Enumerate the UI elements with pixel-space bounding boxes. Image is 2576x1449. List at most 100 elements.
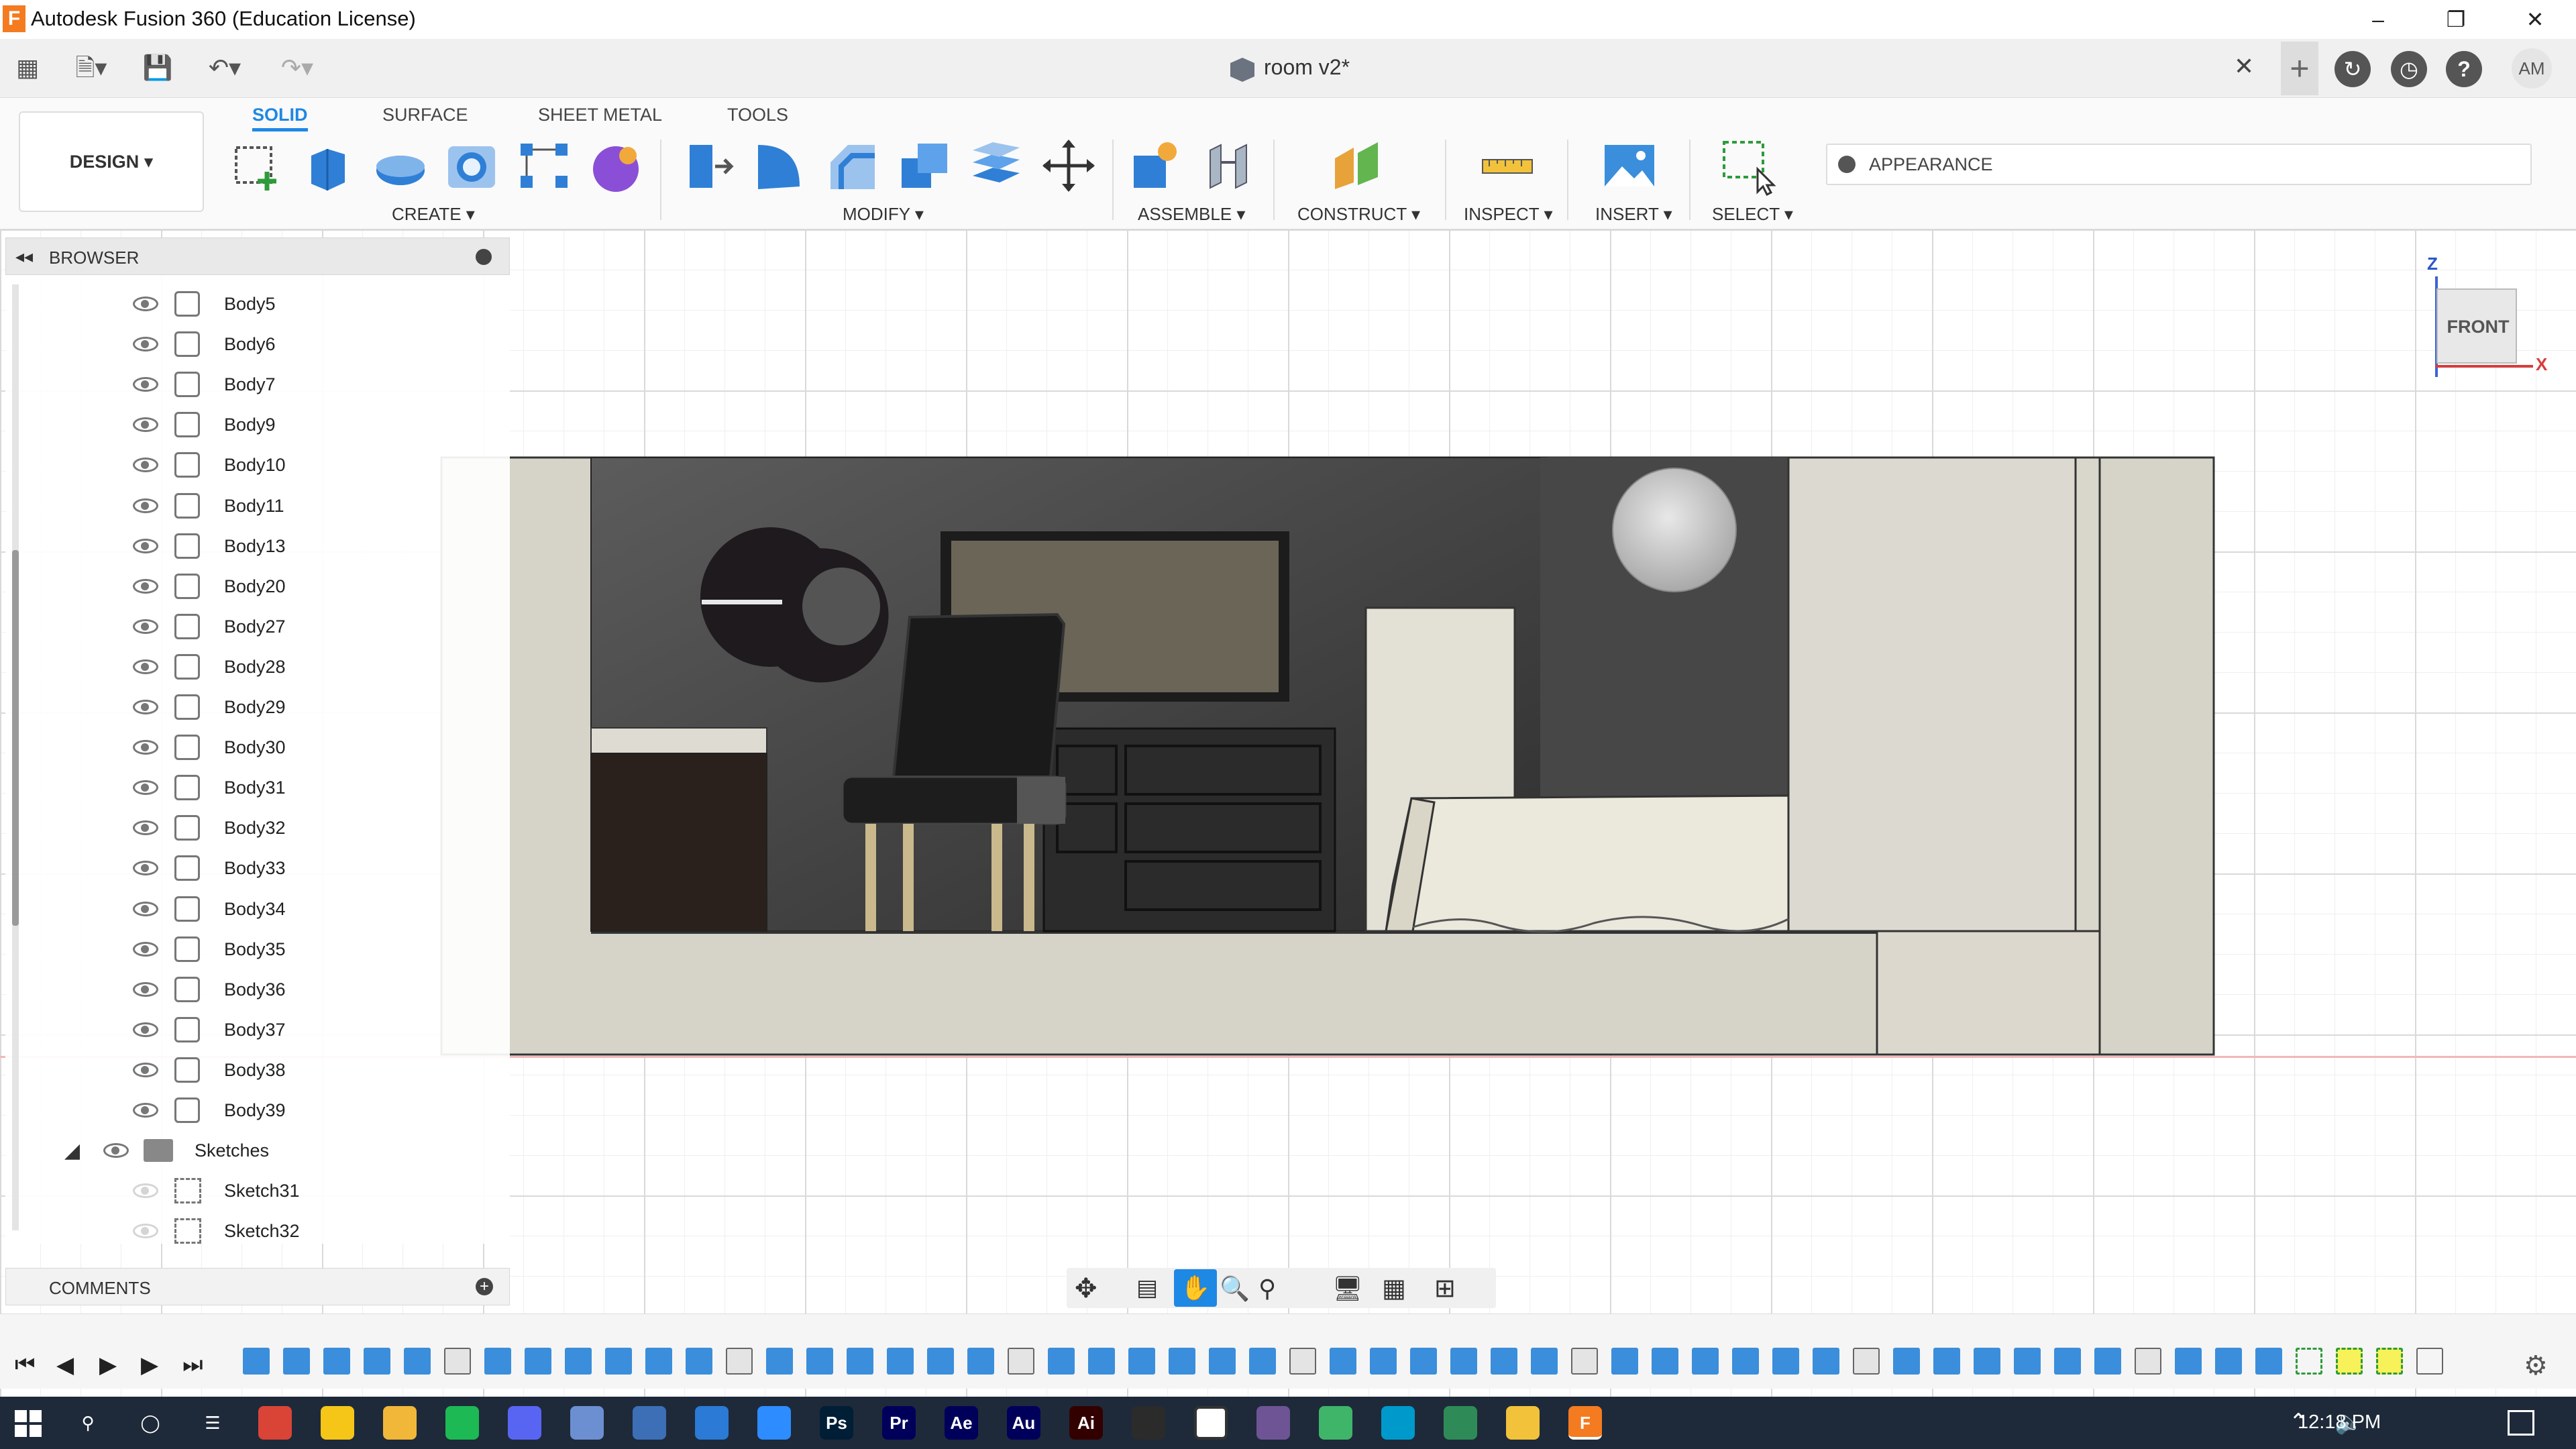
browser-body-row[interactable]: Body35 [5, 932, 502, 966]
document-tab[interactable]: room v2* ✕ [1140, 42, 2281, 95]
browser-body-row[interactable]: Body20 [5, 570, 502, 603]
audition-icon[interactable]: Au [1007, 1406, 1040, 1440]
close-icon[interactable]: ✕ [2234, 52, 2254, 80]
visibility-eye-icon[interactable] [133, 1022, 158, 1037]
zoom-icon[interactable] [757, 1406, 791, 1440]
tab-surface[interactable]: SURFACE [382, 98, 468, 131]
timeline-feature-icon[interactable] [1008, 1348, 1034, 1375]
timeline-feature-icon[interactable] [1209, 1348, 1236, 1375]
app-icon[interactable] [570, 1406, 604, 1440]
close-window-button[interactable]: ✕ [2498, 0, 2572, 39]
timeline-feature-icon[interactable] [525, 1348, 551, 1375]
illustrator-icon[interactable]: Ai [1069, 1406, 1103, 1440]
visibility-eye-icon[interactable] [133, 417, 158, 433]
browser-folder-sketches[interactable]: ◢ Sketches [5, 1134, 502, 1167]
timeline-feature-icon[interactable] [1853, 1348, 1880, 1375]
timeline-sketch-icon[interactable] [2376, 1348, 2403, 1375]
timeline-feature-icon[interactable] [2094, 1348, 2121, 1375]
zoom-window-icon[interactable]: ⚲ [1258, 1275, 1276, 1303]
plus-icon[interactable]: + [2281, 42, 2318, 95]
expand-triangle-icon[interactable]: ◢ [64, 1139, 80, 1163]
timeline-feature-icon[interactable] [1974, 1348, 2000, 1375]
step-back-icon[interactable]: ◀ [56, 1352, 74, 1379]
combine-icon[interactable] [894, 136, 954, 196]
measure-icon[interactable] [1477, 136, 1538, 196]
timeline-feature-icon[interactable] [1732, 1348, 1759, 1375]
app-icon[interactable] [1194, 1406, 1228, 1440]
after-effects-icon[interactable]: Ae [945, 1406, 978, 1440]
timeline-feature-icon[interactable] [766, 1348, 793, 1375]
extrude-icon[interactable] [298, 136, 358, 196]
inspect-menu[interactable]: INSPECT ▾ [1464, 204, 1553, 225]
premiere-icon[interactable]: Pr [882, 1406, 916, 1440]
notifications-icon[interactable] [2508, 1410, 2534, 1436]
app-icon[interactable] [1381, 1406, 1415, 1440]
construct-menu[interactable]: CONSTRUCT ▾ [1297, 204, 1420, 225]
visibility-eye-icon[interactable] [133, 619, 158, 634]
timeline-feature-icon[interactable] [1652, 1348, 1678, 1375]
go-to-end-icon[interactable]: ⏭ [182, 1352, 203, 1378]
browser-body-row[interactable]: Body27 [5, 610, 502, 643]
viewports-icon[interactable]: ⊞ [1434, 1273, 1456, 1303]
timeline-feature-icon[interactable] [444, 1348, 471, 1375]
search-icon[interactable]: ⚲ [71, 1406, 105, 1440]
browser-body-row[interactable]: Body34 [5, 892, 502, 926]
timeline-feature-icon[interactable] [1169, 1348, 1195, 1375]
visibility-eye-icon[interactable] [133, 740, 158, 755]
acrobat-icon[interactable] [1132, 1406, 1165, 1440]
insert-menu[interactable]: INSERT ▾ [1595, 204, 1672, 225]
app-icon[interactable] [1506, 1406, 1540, 1440]
browser-body-row[interactable]: Body30 [5, 731, 502, 764]
browser-sketch-row[interactable]: Sketch31 [5, 1174, 502, 1208]
timeline-feature-icon[interactable] [2014, 1348, 2041, 1375]
github-icon[interactable] [1256, 1406, 1290, 1440]
timeline-feature-icon[interactable] [645, 1348, 672, 1375]
timeline-feature-icon[interactable] [1611, 1348, 1638, 1375]
timeline-feature-icon[interactable] [484, 1348, 511, 1375]
visibility-eye-icon[interactable] [133, 458, 158, 473]
timeline-feature-icon[interactable] [404, 1348, 431, 1375]
visibility-eye-icon[interactable] [133, 498, 158, 513]
clock-icon[interactable]: ◷ [2391, 51, 2427, 87]
timeline-feature-icon[interactable] [323, 1348, 350, 1375]
timeline-feature-icon[interactable] [1933, 1348, 1960, 1375]
tab-solid[interactable]: SOLID [252, 98, 308, 131]
comments-panel[interactable]: COMMENTS + [5, 1268, 510, 1305]
app-icon[interactable] [1319, 1406, 1352, 1440]
create-form-icon[interactable] [586, 136, 647, 196]
browser-body-row[interactable]: Body5 [5, 287, 502, 321]
modify-menu[interactable]: MODIFY ▾ [843, 204, 924, 225]
timeline-sketch-icon[interactable] [2336, 1348, 2363, 1375]
select-menu[interactable]: SELECT ▾ [1712, 204, 1793, 225]
revolve-icon[interactable] [370, 136, 431, 196]
grid-settings-icon[interactable]: ▦ [1382, 1273, 1406, 1303]
browser-body-row[interactable]: Body9 [5, 408, 502, 441]
help-icon[interactable]: ? [2446, 51, 2482, 87]
browser-icon[interactable] [1444, 1406, 1477, 1440]
visibility-eye-icon[interactable] [133, 538, 158, 553]
visibility-eye-icon[interactable] [133, 1062, 158, 1077]
add-comment-icon[interactable]: + [476, 1278, 493, 1295]
timeline-feature-icon[interactable] [1088, 1348, 1115, 1375]
timeline-feature-icon[interactable] [364, 1348, 390, 1375]
timeline-feature-icon[interactable] [2135, 1348, 2161, 1375]
browser-options-icon[interactable] [476, 249, 492, 265]
visibility-eye-icon[interactable] [133, 659, 158, 674]
avatar[interactable]: AM [2512, 48, 2552, 89]
timeline-feature-icon[interactable] [686, 1348, 712, 1375]
restore-button[interactable]: ❐ [2419, 0, 2493, 39]
view-cube-front-face[interactable]: FRONT [2438, 317, 2518, 337]
grid-icon[interactable]: ▦ [9, 51, 46, 85]
file-explorer-icon[interactable] [383, 1406, 417, 1440]
browser-body-row[interactable]: Body28 [5, 650, 502, 684]
timeline-feature-icon[interactable] [243, 1348, 270, 1375]
offset-plane-icon[interactable] [1327, 136, 1387, 196]
minimize-button[interactable]: – [2341, 0, 2415, 39]
orbit-icon[interactable]: ✥ [1075, 1273, 1097, 1304]
sketch-app-icon[interactable] [695, 1406, 729, 1440]
new-component-icon[interactable] [1124, 136, 1185, 196]
timeline-feature-icon[interactable] [2255, 1348, 2282, 1375]
view-cube[interactable]: FRONT [2436, 288, 2517, 364]
visibility-eye-icon[interactable] [133, 820, 158, 836]
browser-body-row[interactable]: Body37 [5, 1013, 502, 1046]
